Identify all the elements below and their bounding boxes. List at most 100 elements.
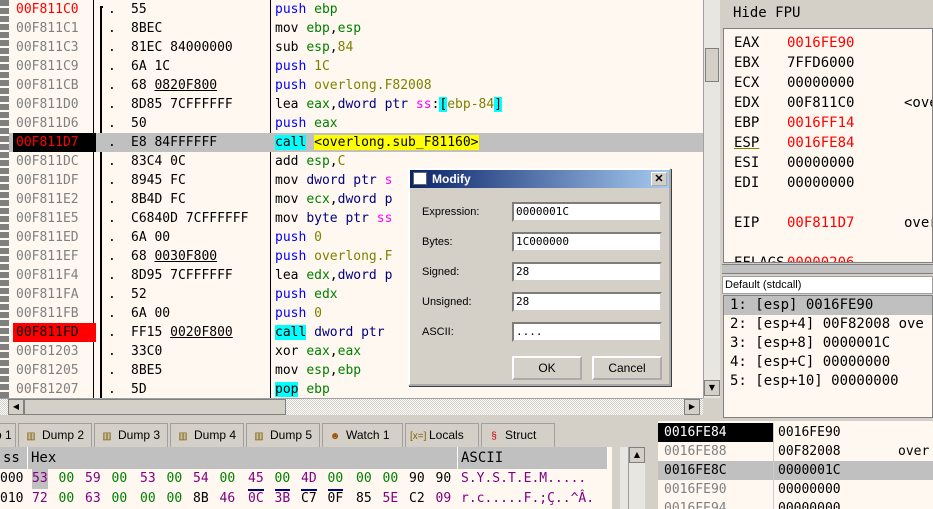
hex-byte[interactable]: 00 xyxy=(167,469,183,489)
register-row[interactable]: EBX 7FFD6000 xyxy=(734,53,904,73)
register-value[interactable]: 00000000 xyxy=(787,173,904,193)
hex-byte[interactable]: 00 xyxy=(274,469,291,491)
panel-splitter[interactable] xyxy=(722,264,933,274)
hex-byte[interactable]: 5E xyxy=(383,489,399,509)
register-value[interactable]: 00000000 xyxy=(787,153,904,173)
argument-row[interactable]: 4: [esp+C] 00000000 xyxy=(724,353,932,372)
disasm-row[interactable]: 00F811C1. 8BEC mov ebp,esp xyxy=(9,19,703,38)
breakpoint-gutter[interactable] xyxy=(0,0,9,398)
stack-row[interactable]: 0016FE84 0016FE90 xyxy=(658,423,933,442)
hex-byte[interactable]: 00 xyxy=(59,489,75,509)
hex-byte[interactable]: 59 xyxy=(85,469,101,489)
hex-byte[interactable]: 00 xyxy=(112,489,128,509)
argument-row[interactable]: 1: [esp] 0016FE90 xyxy=(724,296,932,315)
register-row[interactable]: ECX 00000000 xyxy=(734,73,904,93)
dialog-titlebar[interactable]: Modify ✕ xyxy=(410,170,669,188)
register-row[interactable]: EBP 0016FF14 xyxy=(734,113,904,133)
argument-row[interactable]: 2: [esp+4] 00F82008 ove xyxy=(724,315,932,334)
hex-byte[interactable]: 8B xyxy=(193,489,209,509)
disassembly-vertical-scrollbar[interactable]: ▼ xyxy=(703,0,720,398)
hex-byte[interactable]: 54 xyxy=(193,469,209,489)
disassembly-horizontal-scrollbar[interactable]: ◀ ▶ xyxy=(0,398,703,415)
hex-byte[interactable]: 53 xyxy=(32,469,48,489)
register-row[interactable]: EAX 0016FE90 xyxy=(734,33,904,53)
argument-row[interactable]: 5: [esp+10] 00000000 xyxy=(724,372,932,391)
hex-byte[interactable]: 63 xyxy=(85,489,101,509)
scroll-thumb[interactable] xyxy=(24,399,286,415)
register-value[interactable]: 0016FF14 xyxy=(787,113,904,133)
hex-byte[interactable]: 00 xyxy=(140,489,156,509)
hex-byte[interactable]: 90 xyxy=(436,469,452,489)
hex-byte[interactable]: 90 xyxy=(409,469,425,489)
register-value[interactable]: 0016FE84 xyxy=(787,133,904,153)
scroll-left-button[interactable]: ◀ xyxy=(8,399,24,415)
tab-struct[interactable]: § Struct xyxy=(481,423,555,447)
hex-byte[interactable]: 00 xyxy=(356,469,372,489)
tab-watch-1[interactable]: ☻ Watch 1 xyxy=(322,423,403,447)
register-row[interactable]: EIP 00F811D7over xyxy=(734,213,932,233)
hex-byte[interactable]: 3B xyxy=(275,489,291,509)
stack-row[interactable]: 0016FE90 00000000 xyxy=(658,480,933,499)
ascii-text[interactable]: r.c.....F.;Ç..^Â. xyxy=(461,489,594,509)
tab-locals[interactable]: [x=] Locals xyxy=(405,423,479,447)
register-row[interactable]: ESP 0016FE84 xyxy=(734,133,904,153)
hex-byte[interactable]: 46 xyxy=(220,489,236,509)
dump-view[interactable]: ss Hex ASCII 000 53 00 59 00 53 00 54 00 45 00 4D 00… xyxy=(0,447,637,509)
tab-dump-2[interactable]: ▥ Dump 2 xyxy=(18,423,92,447)
hex-byte[interactable]: 09 xyxy=(436,489,452,509)
tab-dump-4[interactable]: ▥ Dump 4 xyxy=(170,423,244,447)
registers-view[interactable]: EAX 0016FE90 EBX 7FFD6000 ECX 00000000 EDX 00F8… xyxy=(723,28,933,263)
register-value[interactable]: 0016FE90 xyxy=(787,33,904,53)
hex-byte[interactable]: 00 xyxy=(59,469,75,489)
register-row[interactable]: EDX 00F811C0<ove xyxy=(734,93,932,113)
cancel-button[interactable]: Cancel xyxy=(592,356,662,380)
hex-byte[interactable]: 85 xyxy=(356,489,372,509)
disasm-row[interactable]: 00F811CB. 68 0820F800 push overlong.F82008 xyxy=(9,76,703,95)
close-button[interactable]: ✕ xyxy=(651,172,667,186)
scroll-thumb[interactable] xyxy=(705,48,719,82)
hex-byte[interactable]: 00 xyxy=(112,469,128,489)
stack-row[interactable]: 0016FE88 00F82008 over xyxy=(658,442,933,461)
hex-byte[interactable]: 72 xyxy=(32,489,48,509)
register-value[interactable]: 00F811D7 xyxy=(787,213,904,233)
hide-fpu-button[interactable]: Hide FPU xyxy=(722,0,933,26)
hex-byte[interactable]: 0F xyxy=(328,489,344,509)
ascii-text[interactable]: S.Y.S.T.E.M..... xyxy=(461,469,586,489)
ok-button[interactable]: OK xyxy=(512,356,582,380)
tab-dump-3[interactable]: ▥ Dump 3 xyxy=(94,423,168,447)
stack-row[interactable]: 0016FE94 00000000 xyxy=(658,499,933,509)
register-row[interactable]: EDI 00000000 xyxy=(734,173,904,193)
register-value[interactable]: 00000206 xyxy=(787,253,904,262)
dump-row[interactable]: 000 53 00 59 00 53 00 54 00 45 00 4D 00 00 00 90 90 S.Y.S… xyxy=(0,469,612,491)
disasm-row[interactable]: 00F811C0. 55 push ebp xyxy=(9,0,703,19)
scroll-down-button[interactable]: ▼ xyxy=(704,380,720,396)
disasm-row[interactable]: 00F811D0. 8D85 7CFFFFFF lea eax,dword ptr … xyxy=(9,95,703,114)
disasm-row[interactable]: 00F811D7. E8 84FFFFFF call <overlong.sub_F… xyxy=(9,133,703,152)
stack-view[interactable]: 0016FE84 0016FE90 0016FE88 00F82008 over 0016… xyxy=(658,421,933,509)
stack-row[interactable]: 0016FE8C 0000001C xyxy=(658,461,933,480)
hex-byte[interactable]: 45 xyxy=(248,469,264,491)
hex-byte[interactable]: 00 xyxy=(167,489,183,509)
hex-byte[interactable]: 4D xyxy=(301,469,317,491)
hex-byte[interactable]: 53 xyxy=(140,469,156,489)
hex-byte[interactable]: C7 xyxy=(301,489,317,509)
hex-byte[interactable]: 0C xyxy=(248,489,264,509)
scroll-right-button[interactable]: ▶ xyxy=(684,399,700,415)
disasm-row[interactable]: 00F811C3. 81EC 84000000 sub esp,84 xyxy=(9,38,703,57)
register-value[interactable]: 00F811C0 xyxy=(787,93,904,113)
hex-byte[interactable]: 00 xyxy=(220,469,236,489)
calling-convention-select[interactable]: Default (stdcall) xyxy=(722,276,933,294)
register-value[interactable]: 00000000 xyxy=(787,73,904,93)
tab-p-1[interactable]: p 1 xyxy=(0,423,16,447)
signed-input[interactable]: 28 xyxy=(512,262,662,282)
register-row[interactable]: ESI 00000000 xyxy=(734,153,904,173)
bytes-input[interactable]: 1C000000 xyxy=(512,232,662,252)
hex-byte[interactable]: 00 xyxy=(327,469,344,491)
unsigned-input[interactable]: 28 xyxy=(512,292,662,312)
ascii-input[interactable]: .... xyxy=(512,322,662,342)
disasm-row[interactable]: 00F811D6. 50 push eax xyxy=(9,114,703,133)
arguments-view[interactable]: 1: [esp] 0016FE90 2: [esp+4] 00F82008 ove… xyxy=(723,295,933,418)
hex-byte[interactable]: C2 xyxy=(409,489,425,509)
scroll-up-button[interactable]: ▲ xyxy=(629,447,645,463)
tab-dump-5[interactable]: ▥ Dump 5 xyxy=(246,423,320,447)
